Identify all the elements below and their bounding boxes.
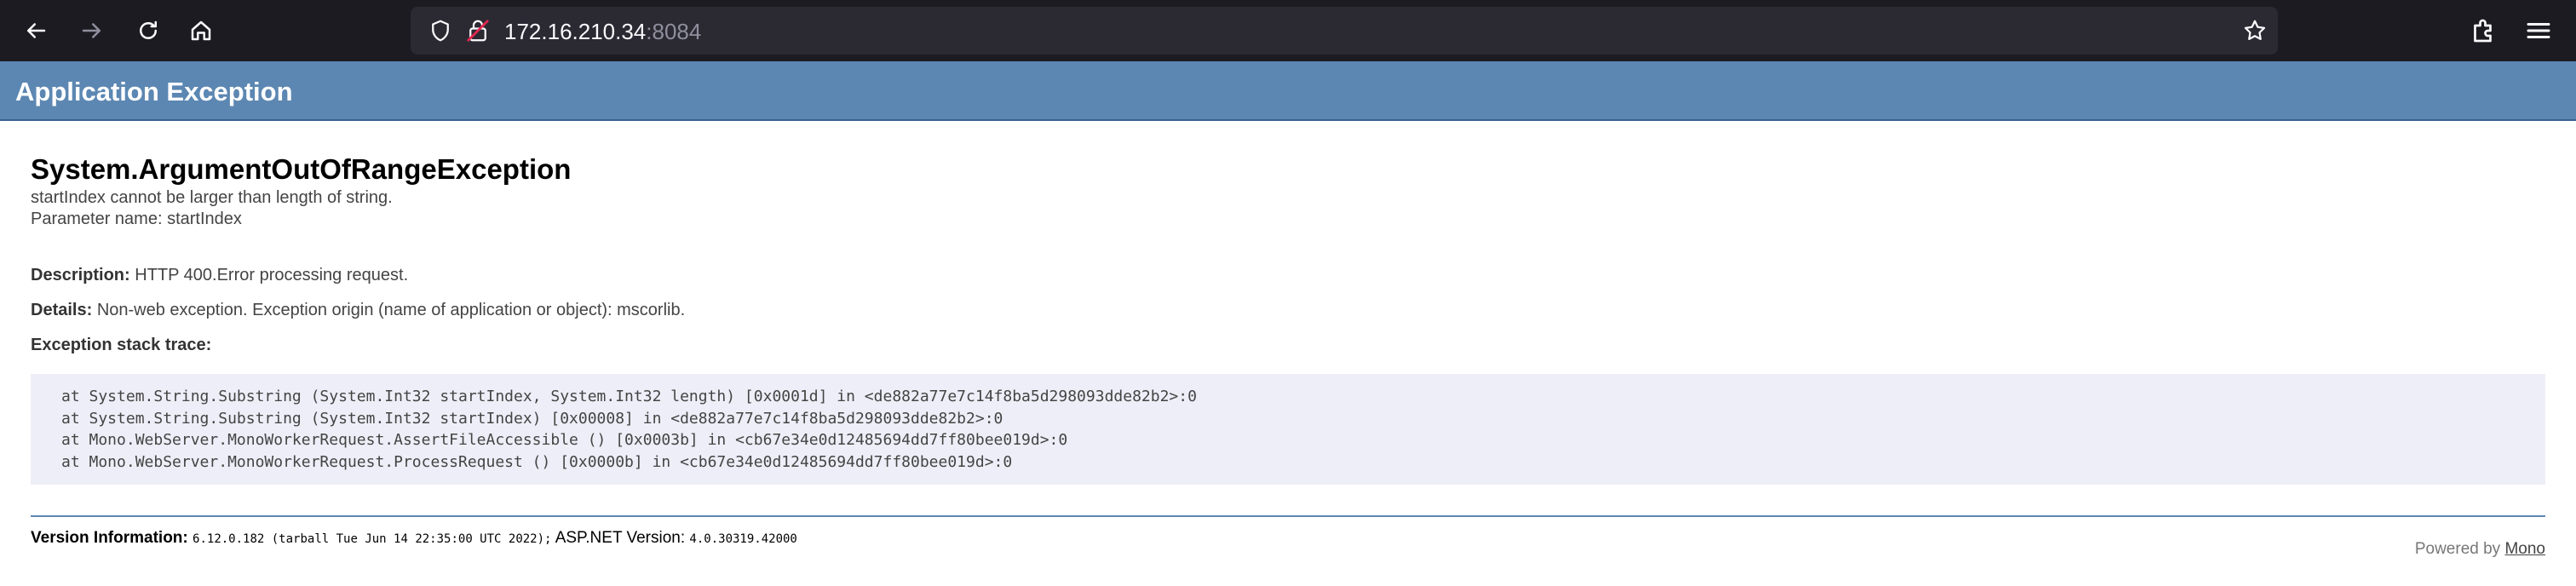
stack-trace-line: at System.String.Substring (System.Int32… [61,409,1003,428]
description-value: HTTP 400.Error processing request. [135,266,409,284]
stack-trace-line: at Mono.WebServer.MonoWorkerRequest.Proc… [61,452,1013,471]
back-button[interactable] [15,10,56,51]
extensions-icon[interactable] [2469,15,2499,46]
version-information: Version Information: 6.12.0.182 (tarball… [31,529,2545,548]
hamburger-menu-icon[interactable] [2523,15,2554,46]
arrow-right-icon [82,23,101,38]
stack-trace-line: at System.String.Substring (System.Int32… [61,388,1197,405]
powered-by-text: Powered by [2414,540,2501,558]
error-content: System.ArgumentOutOfRangeException start… [0,121,2576,548]
mono-link[interactable]: Mono [2504,540,2545,558]
star-icon[interactable] [2242,18,2268,43]
version-value: 6.12.0.182 (tarball Tue Jun 14 22:35:00 … [193,532,552,546]
app-header-bar: Application Exception [0,61,2576,121]
details-label: Details: [31,301,93,319]
exception-message-line: startIndex cannot be larger than length … [31,188,393,207]
url-text[interactable]: 172.16.210.34:8084 [504,19,701,45]
stack-trace-block: at System.String.Substring (System.Int32… [31,374,2545,485]
forward-button[interactable] [72,10,112,51]
exception-title: System.ArgumentOutOfRangeException [31,153,572,185]
description-row: Description: HTTP 400.Error processing r… [31,266,2545,285]
powered-by: Powered by Mono [2415,540,2545,559]
page-title: Application Exception [15,77,293,106]
aspnet-value: 4.0.30319.42000 [689,532,797,546]
reload-icon [140,20,157,39]
stack-trace-line: at Mono.WebServer.MonoWorkerRequest.Asse… [61,431,1068,449]
details-row: Details: Non-web exception. Exception or… [31,301,2545,320]
version-label: Version Information: [31,529,188,547]
shield-icon[interactable] [428,18,453,43]
home-icon [191,20,211,41]
aspnet-label: ASP.NET Version: [555,529,686,547]
reload-button[interactable] [128,10,169,51]
divider [31,515,2545,517]
details-value: Non-web exception. Exception origin (nam… [96,301,686,319]
browser-toolbar: 172.16.210.34:8084 [0,0,2576,61]
url-port: :8084 [646,19,702,44]
home-button[interactable] [181,10,221,51]
insecure-lock-icon[interactable] [465,18,491,43]
url-host: 172.16.210.34 [504,19,647,44]
exception-parameter-line: Parameter name: startIndex [31,210,242,228]
exception-message: startIndex cannot be larger than length … [31,187,2545,230]
stack-trace-label: Exception stack trace: [31,336,212,354]
url-bar[interactable]: 172.16.210.34:8084 [411,7,2278,55]
arrow-left-icon [27,23,46,38]
description-label: Description: [31,266,130,284]
